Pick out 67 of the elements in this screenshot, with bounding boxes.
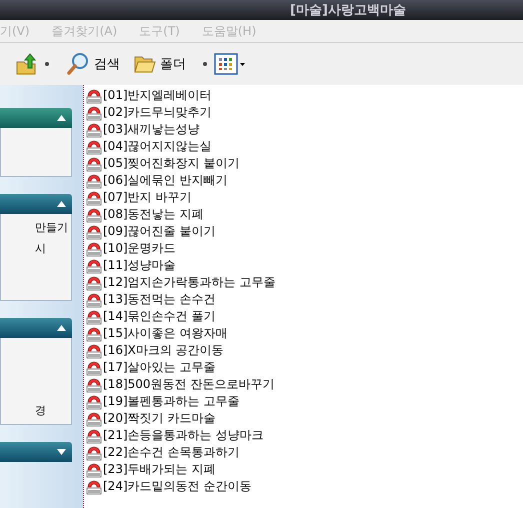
file-item[interactable]: [01]반지엘레베이터 bbox=[86, 87, 276, 104]
file-item[interactable]: [14]묶인손수건 풀기 bbox=[86, 308, 276, 325]
file-item[interactable]: [03]새끼낳는성냥 bbox=[86, 121, 276, 138]
media-file-icon bbox=[86, 478, 102, 494]
media-file-icon bbox=[86, 224, 102, 240]
file-item[interactable]: [24]카드밑의동전 순간이동 bbox=[86, 478, 276, 495]
media-file-icon bbox=[86, 376, 102, 392]
folder-icon bbox=[134, 54, 156, 74]
media-file-icon bbox=[86, 138, 102, 154]
panel-body bbox=[0, 128, 72, 177]
file-item[interactable]: [07]반지 바꾸기 bbox=[86, 189, 276, 206]
task-link[interactable]: 경 bbox=[35, 403, 71, 418]
collapse-arrow-icon bbox=[57, 115, 66, 121]
media-file-icon bbox=[86, 308, 102, 324]
file-item[interactable]: [06]실에묶인 반지빼기 bbox=[86, 172, 276, 189]
expand-arrow-icon bbox=[57, 449, 66, 455]
file-item[interactable]: [09]끊어진줄 붙이기 bbox=[86, 223, 276, 240]
file-item[interactable]: [22]손수건 손목통과하기 bbox=[86, 444, 276, 461]
file-item[interactable]: [23]두배가되는 지폐 bbox=[86, 461, 276, 478]
file-item[interactable]: [05]찢어진화장지 붙이기 bbox=[86, 155, 276, 172]
media-file-icon bbox=[86, 292, 102, 308]
media-file-icon bbox=[86, 274, 102, 290]
media-file-icon bbox=[86, 444, 102, 460]
collapse-arrow-icon bbox=[57, 325, 66, 331]
media-file-icon bbox=[86, 88, 102, 104]
task-link[interactable]: 만들기 bbox=[35, 220, 71, 235]
file-item[interactable]: [10]운명카드 bbox=[86, 240, 276, 257]
panel-header[interactable] bbox=[0, 442, 72, 462]
folder-up-icon bbox=[16, 52, 38, 76]
media-file-icon bbox=[86, 190, 102, 206]
file-item[interactable]: [02]카드무늬맞추기 bbox=[86, 104, 276, 121]
media-file-icon bbox=[86, 394, 102, 410]
file-item[interactable]: [19]볼펜통과하는 고무줄 bbox=[86, 393, 276, 410]
media-file-icon bbox=[86, 258, 102, 274]
collapse-arrow-icon bbox=[57, 201, 66, 207]
media-file-icon bbox=[86, 172, 102, 188]
search-button[interactable]: 검색 bbox=[62, 52, 124, 76]
file-item[interactable]: [17]살아있는 고무줄 bbox=[86, 359, 276, 376]
file-item[interactable]: [11]성냥마술 bbox=[86, 257, 276, 274]
folders-button[interactable]: 폴더 bbox=[130, 54, 190, 74]
media-file-icon bbox=[86, 326, 102, 342]
media-file-icon bbox=[86, 156, 102, 172]
panel-header[interactable] bbox=[0, 194, 72, 214]
file-item[interactable]: [20]짝짓기 카드마술 bbox=[86, 410, 276, 427]
file-item[interactable]: [21]손등을통과하는 성냥마크 bbox=[86, 427, 276, 444]
file-item[interactable]: [08]동전낳는 지폐 bbox=[86, 206, 276, 223]
file-item[interactable]: [12]엄지손가락통과하는 고무줄 bbox=[86, 274, 276, 291]
media-file-icon bbox=[86, 206, 102, 222]
media-file-icon bbox=[86, 122, 102, 138]
file-item[interactable]: [04]끊어지지않는실 bbox=[86, 138, 276, 155]
media-file-icon bbox=[86, 342, 102, 358]
panel-header[interactable] bbox=[0, 108, 72, 128]
file-item[interactable]: [16]X마크의 공간이동 bbox=[86, 342, 276, 359]
view-grid-icon bbox=[214, 53, 246, 75]
media-file-icon bbox=[86, 360, 102, 376]
media-file-icon bbox=[86, 410, 102, 426]
window-title: [마술]사랑고백마술 bbox=[290, 2, 406, 19]
panel-header[interactable] bbox=[0, 318, 72, 338]
media-file-icon bbox=[86, 104, 102, 120]
media-file-icon bbox=[86, 428, 102, 444]
task-link[interactable]: 시 bbox=[35, 241, 71, 256]
media-file-icon bbox=[86, 462, 102, 478]
file-item[interactable]: [13]동전먹는 손수건 bbox=[86, 291, 276, 308]
file-item[interactable]: [18]500원동전 잔돈으로바꾸기 bbox=[86, 376, 276, 393]
media-file-icon bbox=[86, 240, 102, 256]
file-item[interactable]: [15]사이좋은 여왕자매 bbox=[86, 325, 276, 342]
search-icon bbox=[66, 52, 90, 76]
